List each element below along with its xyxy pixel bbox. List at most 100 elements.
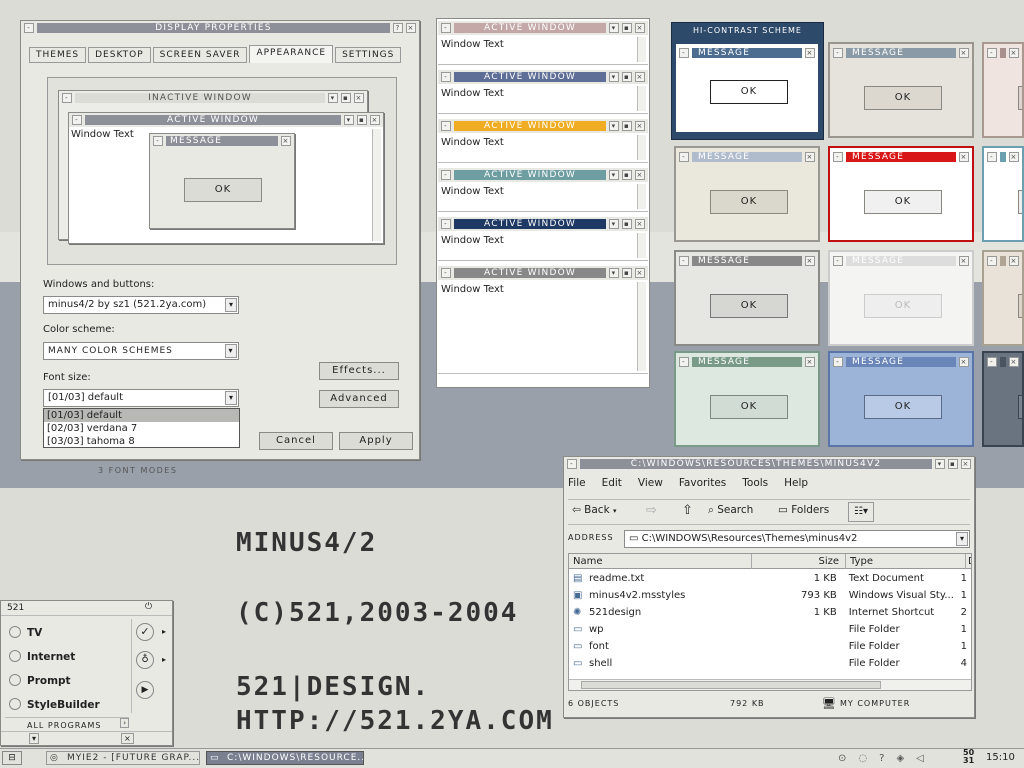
- sample-titlebar: - Active Window ▾ ▪ ×: [438, 168, 648, 182]
- minimize-icon: ▾: [609, 121, 619, 131]
- forward-button[interactable]: ⇨: [646, 503, 657, 518]
- taskbar-item-myie2[interactable]: ◎ myIE2 - [Future Grap...: [46, 751, 200, 765]
- column-date[interactable]: D: [965, 554, 971, 569]
- all-programs-button[interactable]: All programs ›: [5, 717, 129, 730]
- search-button[interactable]: ⌕ Search: [708, 504, 753, 517]
- message-ok-button: OK: [1018, 395, 1022, 419]
- chevron-right-icon[interactable]: ▸: [162, 655, 166, 664]
- tab-appearance[interactable]: Appearance: [249, 45, 334, 63]
- start-item-stylebuilder[interactable]: StyleBuilder: [9, 697, 127, 713]
- file-row[interactable]: ✺ 521design 1 KB Internet Shortcut 2: [573, 604, 967, 621]
- folder-icon: ▭: [573, 641, 583, 652]
- scrollbar-thumb[interactable]: [581, 681, 881, 689]
- address-input[interactable]: ▭ C:\WINDOWS\Resources\Themes\minus4v2 ▾: [624, 530, 970, 548]
- file-list: Name Size Type D ▤ readme.txt 1 KB Text …: [568, 553, 972, 691]
- media-icon[interactable]: ▶: [136, 681, 154, 699]
- message-ok-button: OK: [864, 86, 942, 110]
- help-button[interactable]: ?: [393, 23, 403, 33]
- close-button[interactable]: ×: [406, 23, 416, 33]
- message-titlebar: - Message ×: [676, 46, 818, 60]
- sample-scrollbar: [637, 135, 646, 160]
- system-menu-icon: -: [441, 170, 451, 180]
- system-menu-icon: -: [441, 121, 451, 131]
- system-menu-icon[interactable]: -: [24, 23, 34, 33]
- tray-icon-3[interactable]: ?: [879, 753, 884, 764]
- tray-icon-2[interactable]: ◌: [858, 753, 867, 764]
- folders-label: Folders: [791, 504, 830, 516]
- file-row[interactable]: ▭ shell File Folder 4: [573, 655, 967, 672]
- clock[interactable]: 15:10: [986, 752, 1015, 763]
- font-size-select[interactable]: [01/03] default ▾: [43, 389, 239, 407]
- back-button[interactable]: ⇦ Back ▾: [572, 504, 617, 516]
- chevron-down-icon[interactable]: ▾: [225, 298, 237, 312]
- menu-help[interactable]: Help: [784, 477, 808, 489]
- start-item-tv[interactable]: TV: [9, 625, 127, 641]
- message-scheme-sample: - Message × OK: [982, 351, 1024, 447]
- back-label: Back: [584, 504, 610, 516]
- display-properties-window: - Display Properties ? × Themes Desktop …: [20, 20, 420, 460]
- tab-settings[interactable]: Settings: [335, 47, 402, 63]
- message-ok-button: OK: [864, 294, 942, 318]
- menu-tools[interactable]: Tools: [742, 477, 768, 489]
- status-size: 792 KB: [730, 699, 765, 708]
- menu-edit[interactable]: Edit: [602, 477, 622, 489]
- column-size[interactable]: Size: [751, 554, 839, 569]
- views-button[interactable]: ☷▾: [848, 502, 874, 522]
- advanced-button[interactable]: Advanced: [319, 390, 399, 408]
- start-item-internet[interactable]: Internet: [9, 649, 127, 665]
- status-bar: 6 objects 792 KB 🖥 My Computer: [568, 695, 972, 713]
- bulb-icon[interactable]: ♁: [136, 651, 154, 669]
- message-titlebar: - Message ×: [830, 254, 972, 268]
- windows-buttons-select[interactable]: minus4/2 by sz1 (521.2ya.com) ▾: [43, 296, 239, 314]
- chevron-down-icon[interactable]: ▾: [225, 344, 237, 358]
- tray-icon-1[interactable]: ⊙: [838, 753, 846, 764]
- file-row[interactable]: ▤ readme.txt 1 KB Text Document 1: [573, 570, 967, 587]
- file-size: [749, 655, 837, 672]
- tray-icon-4[interactable]: ◈: [896, 753, 904, 764]
- tab-desktop[interactable]: Desktop: [88, 47, 151, 63]
- appearance-preview: - Inactive Window ▾ ▪ × - Active Window …: [47, 77, 397, 265]
- folder-icon: ▭: [573, 658, 583, 669]
- chevron-right-icon[interactable]: ▸: [162, 627, 166, 636]
- system-menu-icon: -: [679, 256, 689, 266]
- menu-file[interactable]: File: [568, 477, 586, 489]
- taskbar-item-explorer[interactable]: ▭ C:\WINDOWS\RESOURCE...: [206, 751, 364, 765]
- font-option-verdana[interactable]: [02/03] verdana 7: [44, 422, 239, 435]
- minimize-button[interactable]: ▾: [935, 459, 945, 469]
- color-scheme-select[interactable]: many color schemes ▾: [43, 342, 239, 360]
- column-name[interactable]: Name: [573, 554, 603, 569]
- font-option-default[interactable]: [01/03] default: [44, 409, 239, 422]
- logoff-icon[interactable]: ⏻: [145, 602, 152, 612]
- file-row[interactable]: ▣ minus4v2.msstyles 793 KB Windows Visua…: [573, 587, 967, 604]
- column-type[interactable]: Type: [845, 554, 965, 569]
- apply-button[interactable]: Apply: [339, 432, 413, 450]
- folders-button[interactable]: ▭ Folders: [778, 504, 829, 516]
- check-icon[interactable]: ✓: [136, 623, 154, 641]
- start-button[interactable]: ⊟: [2, 751, 22, 765]
- file-row[interactable]: ▭ wp File Folder 1: [573, 621, 967, 638]
- menu-view[interactable]: View: [638, 477, 663, 489]
- system-menu-icon[interactable]: -: [567, 459, 577, 469]
- chevron-down-icon[interactable]: ▾: [956, 532, 968, 546]
- tab-themes[interactable]: Themes: [29, 47, 87, 63]
- close-button[interactable]: ×: [961, 459, 971, 469]
- chevron-down-icon[interactable]: ▾: [225, 391, 237, 405]
- font-option-tahoma[interactable]: [03/03] tahoma 8: [44, 435, 239, 448]
- file-row[interactable]: ▭ font File Folder 1: [573, 638, 967, 655]
- horizontal-scrollbar[interactable]: [569, 679, 971, 690]
- start-item-prompt[interactable]: Prompt: [9, 673, 127, 689]
- maximize-button[interactable]: ▪: [948, 459, 958, 469]
- internet-icon: [9, 650, 21, 662]
- tab-screen-saver[interactable]: Screen Saver: [152, 47, 248, 63]
- explorer-titlebar[interactable]: - C:\WINDOWS\RESOURCES\THEMES\MINUS4V2 ▾…: [564, 457, 974, 471]
- chevron-down-icon[interactable]: ▾: [613, 507, 617, 515]
- volume-icon[interactable]: ◁: [916, 753, 924, 764]
- shutdown-icon[interactable]: ×: [121, 733, 134, 744]
- menu-favorites[interactable]: Favorites: [679, 477, 726, 489]
- effects-button[interactable]: Effects...: [319, 362, 399, 380]
- cancel-button[interactable]: Cancel: [259, 432, 333, 450]
- display-properties-titlebar[interactable]: - Display Properties ? ×: [21, 21, 419, 35]
- scroll-down-icon[interactable]: ▾: [29, 733, 40, 744]
- up-folder-icon[interactable]: ⇧: [682, 503, 693, 518]
- explorer-window: - C:\WINDOWS\RESOURCES\THEMES\MINUS4V2 ▾…: [563, 456, 975, 718]
